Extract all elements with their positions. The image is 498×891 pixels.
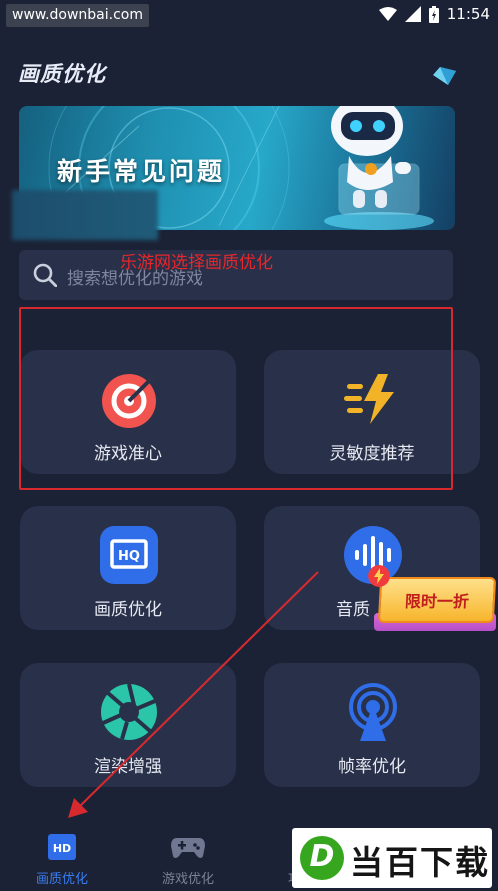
site-watermark-text: 当百下载	[350, 843, 490, 882]
promo-text: 限时一折	[404, 592, 470, 611]
blurred-overlay	[12, 190, 158, 240]
robot-mascot-icon	[324, 106, 434, 230]
page-title: 画质优化	[18, 62, 106, 86]
nav-tab-quality[interactable]: HD 画质优化	[22, 834, 102, 887]
bolt-badge-icon	[368, 565, 390, 587]
site-logo-letter: D	[309, 839, 335, 874]
site-watermark-badge: D 当百下载	[292, 828, 492, 888]
search-icon	[33, 263, 57, 287]
signal-tower-icon	[349, 683, 397, 741]
nav-label: 画质优化	[35, 872, 88, 887]
nav-tab-game[interactable]: 游戏优化	[148, 834, 228, 887]
card-label: 渲染增强	[94, 757, 162, 777]
card-label: 帧率优化	[338, 757, 406, 777]
site-logo-icon: D	[300, 836, 344, 880]
battery-icon	[428, 5, 439, 23]
card-label: 音质	[336, 600, 370, 620]
card-framerate[interactable]: 帧率优化	[264, 663, 480, 787]
watermark-url: www.downbai.com	[6, 4, 149, 27]
wifi-icon	[378, 7, 397, 21]
card-render[interactable]: 渲染增强	[20, 663, 236, 787]
diamond-icon[interactable]	[430, 65, 460, 87]
status-bar: www.downbai.com 11:54	[0, 0, 498, 32]
hq-icon: HQ	[100, 526, 158, 584]
clock-time: 11:54	[446, 5, 490, 23]
system-icons: 11:54	[378, 5, 490, 23]
banner-title: 新手常见问题	[57, 157, 226, 186]
nav-label: 游戏优化	[161, 872, 214, 887]
promo-badge[interactable]: 限时一折	[368, 565, 497, 631]
card-quality[interactable]: HQ 画质优化	[20, 506, 236, 630]
gamepad-icon	[171, 838, 205, 858]
hd-tab-icon: HD	[48, 834, 76, 860]
svg-text:HD: HD	[53, 842, 71, 855]
annotation-caption: 乐游网选择画质优化	[120, 253, 273, 273]
cell-signal-icon	[404, 6, 421, 22]
promo-plate: 限时一折	[377, 577, 497, 623]
annotation-highlight-box	[19, 307, 453, 490]
svg-text:HQ: HQ	[118, 549, 140, 564]
card-label: 画质优化	[94, 600, 162, 620]
camera-aperture-icon	[101, 683, 157, 740]
